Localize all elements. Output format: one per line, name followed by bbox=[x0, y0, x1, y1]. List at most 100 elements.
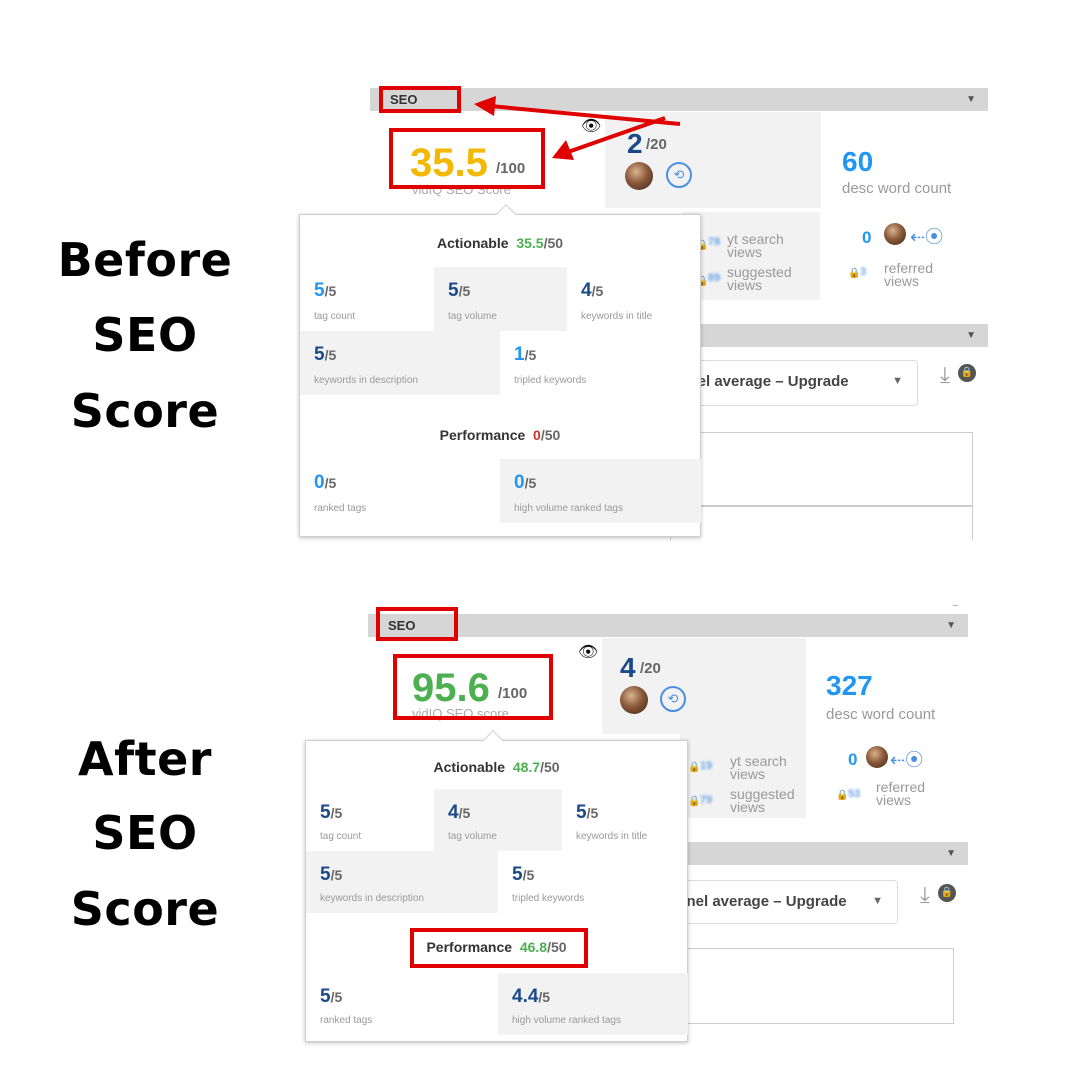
keywords-in-description-value: 5 bbox=[314, 344, 325, 365]
share-icon[interactable]: ⇠⦿ bbox=[890, 746, 923, 772]
ranked-tags-max: /5 bbox=[330, 989, 343, 1005]
before-seo-breakdown-popup: Actionable 35.5/50 5/5 tag count 5/5 tag… bbox=[299, 204, 701, 537]
cell-ranked-tags: 5/5 ranked tags bbox=[306, 973, 498, 1035]
ranked-tags-max: /5 bbox=[324, 475, 337, 491]
suggested-label: suggested views bbox=[730, 786, 795, 815]
cell-keywords-in-title: 4/5 keywords in title bbox=[567, 267, 701, 331]
download-icon[interactable]: ⤓ bbox=[940, 362, 950, 388]
after-label-line-3: Score bbox=[70, 882, 220, 936]
actionable-value: 48.7 bbox=[512, 759, 541, 775]
actionable-max: /50 bbox=[540, 759, 560, 775]
referred-number: 3 bbox=[860, 266, 867, 278]
cycle-icon[interactable]: ⟲ bbox=[666, 162, 692, 188]
high-volume-ranked-tags-label: high volume ranked tags bbox=[514, 503, 623, 514]
chevron-down-icon[interactable]: ▼ bbox=[946, 848, 956, 859]
tag-volume-max: /5 bbox=[458, 283, 471, 299]
yt-search-number: 19 bbox=[700, 760, 713, 772]
tag-count-value: 5 bbox=[320, 802, 331, 823]
performance-max: /50 bbox=[540, 427, 561, 443]
high-volume-ranked-tags-label: high volume ranked tags bbox=[512, 1015, 621, 1026]
lock-icon: 🔒 bbox=[938, 884, 956, 902]
performance-highlight bbox=[410, 928, 588, 968]
suggested-number: 89 bbox=[708, 272, 721, 284]
tripled-keywords-label: tripled keywords bbox=[512, 893, 585, 904]
tag-volume-label: tag volume bbox=[448, 831, 497, 842]
performance-value: 0 bbox=[533, 427, 541, 443]
before-label-line-1: Before bbox=[57, 233, 233, 287]
ranked-tags-label: ranked tags bbox=[320, 1015, 373, 1026]
tag-volume-label: tag volume bbox=[448, 311, 497, 322]
suggested-number: 79 bbox=[700, 794, 713, 806]
referred-count: 0 bbox=[862, 228, 872, 247]
channel-average-text: annel average – Upgrade bbox=[669, 893, 847, 910]
tag-count-value: 5 bbox=[314, 280, 325, 301]
chevron-down-icon[interactable]: ▼ bbox=[966, 94, 976, 105]
lock-icon: 🔒 bbox=[688, 762, 701, 773]
cell-tag-count: 5/5 tag count bbox=[300, 267, 434, 331]
keywords-in-description-max: /5 bbox=[324, 347, 337, 363]
cell-keywords-in-title: 5/5 keywords in title bbox=[562, 789, 688, 851]
high-volume-ranked-tags-value: 0 bbox=[514, 472, 525, 493]
before-label-line-2: SEO bbox=[92, 308, 198, 362]
keywords-in-title-value: 5 bbox=[576, 802, 587, 823]
keywords-in-title-max: /5 bbox=[591, 283, 604, 299]
cell-tag-volume: 4/5 tag volume bbox=[434, 789, 562, 851]
lock-icon: 🔒 bbox=[848, 268, 861, 279]
performance-label: Performance bbox=[439, 427, 526, 443]
ranked-tags-value: 0 bbox=[314, 472, 325, 493]
high-volume-ranked-tags-max: /5 bbox=[524, 475, 537, 491]
lock-icon: 🔒 bbox=[958, 364, 976, 382]
tripled-keywords-value: 5 bbox=[512, 864, 523, 885]
chevron-down-icon[interactable]: ▼ bbox=[966, 330, 976, 341]
content-box bbox=[670, 432, 973, 506]
tag-count-label: tag count bbox=[320, 831, 362, 842]
avatar bbox=[884, 223, 906, 245]
seo-section-header[interactable]: SEO ▼ bbox=[368, 614, 968, 637]
before-label-line-3: Score bbox=[70, 384, 220, 438]
referred-label: referred views bbox=[884, 260, 934, 289]
lock-icon: 🔒 bbox=[836, 790, 849, 801]
cycle-icon[interactable]: ⟲ bbox=[660, 686, 686, 712]
cell-tag-volume: 5/5 tag volume bbox=[434, 267, 567, 331]
seo-label-highlight bbox=[376, 607, 458, 641]
channel-average-select[interactable]: annel average – Upgrade ▼ bbox=[670, 360, 918, 406]
chevron-down-icon: ▼ bbox=[872, 895, 883, 907]
share-icon[interactable]: ⇠⦿ bbox=[910, 223, 943, 249]
dash-mark: – bbox=[952, 600, 958, 611]
desc-word-count-label: desc word count bbox=[826, 706, 936, 723]
chevron-down-icon[interactable]: ▼ bbox=[946, 620, 956, 631]
after-seo-breakdown-popup: Actionable 48.7/50 5/5 tag count 4/5 tag… bbox=[305, 730, 688, 1042]
cell-ranked-tags: 0/5 ranked tags bbox=[300, 459, 500, 523]
actionable-label: Actionable bbox=[433, 759, 506, 775]
eye-icon[interactable]: 👁 bbox=[578, 642, 598, 662]
yt-search-label: yt search views bbox=[727, 231, 784, 260]
tag-volume-value: 5 bbox=[448, 280, 459, 301]
cell-tripled-keywords: 1/5 tripled keywords bbox=[500, 331, 701, 395]
tripled-keywords-value: 1 bbox=[514, 344, 525, 365]
referred-number: 53 bbox=[848, 788, 861, 800]
actionable-max: /50 bbox=[543, 235, 564, 251]
keywords-in-description-label: keywords in description bbox=[320, 893, 424, 904]
tag-count-max: /5 bbox=[324, 283, 337, 299]
high-volume-ranked-tags-value: 4.4 bbox=[512, 986, 539, 1007]
tag-count-max: /5 bbox=[330, 805, 343, 821]
tripled-keywords-max: /5 bbox=[524, 347, 537, 363]
chevron-down-icon: ▼ bbox=[892, 375, 903, 387]
suggested-label: suggested views bbox=[727, 264, 792, 293]
cell-tripled-keywords: 5/5 tripled keywords bbox=[498, 851, 688, 913]
actionable-value: 35.5 bbox=[516, 235, 544, 251]
seo-label-highlight bbox=[379, 86, 461, 113]
keywords-in-description-max: /5 bbox=[330, 867, 343, 883]
tag-volume-value: 4 bbox=[448, 802, 459, 823]
actionable-title: Actionable 35.5/50 bbox=[300, 235, 700, 251]
cell-high-volume-ranked-tags: 0/5 high volume ranked tags bbox=[500, 459, 701, 523]
cell-tag-count: 5/5 tag count bbox=[306, 789, 434, 851]
channel-average-select[interactable]: annel average – Upgrade ▼ bbox=[668, 880, 898, 924]
desc-word-count-value: 60 bbox=[842, 146, 874, 177]
content-box-2 bbox=[670, 506, 973, 540]
download-icon[interactable]: ⤓ bbox=[920, 882, 930, 908]
avatar bbox=[625, 162, 653, 190]
desc-word-count-value: 327 bbox=[826, 670, 873, 701]
performance-title: Performance 0/50 bbox=[300, 427, 700, 443]
yt-search-label: yt search views bbox=[730, 753, 787, 782]
